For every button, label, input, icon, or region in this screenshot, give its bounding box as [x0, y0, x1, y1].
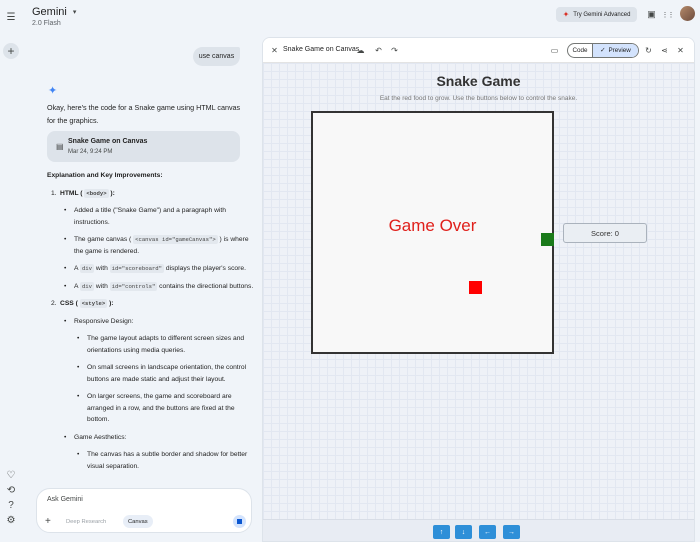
food-cell: [469, 281, 482, 294]
spark-icon: ✦: [562, 10, 570, 19]
close-panel-icon[interactable]: ✕: [675, 45, 686, 56]
prompt-input[interactable]: Ask Gemini: [47, 496, 83, 503]
close-icon[interactable]: ✕: [269, 45, 280, 56]
list-item: Game Aesthetics:: [47, 432, 257, 444]
canvas-chip[interactable]: Canvas: [123, 515, 153, 528]
response-body: Explanation and Key Improvements: 1. HTML…: [47, 170, 257, 488]
down-button[interactable]: ↓: [455, 525, 472, 539]
check-icon: ✓: [600, 47, 606, 54]
canvas-toolbar: ✕ Snake Game on Canvas ☁ ↶ ↷ ▭ Code ✓ Pre…: [263, 38, 694, 63]
canvas-card[interactable]: ▤ Snake Game on Canvas Mar 24, 9:24 PM: [47, 131, 240, 162]
game-canvas[interactable]: Game Over: [311, 111, 554, 354]
list-item: A div with id="scoreboard" displays the …: [47, 263, 257, 275]
redo-icon[interactable]: ↷: [389, 45, 400, 56]
right-button[interactable]: →: [503, 525, 520, 539]
attach-plus-icon[interactable]: +: [45, 516, 51, 527]
snake-cell: [541, 233, 554, 246]
view-toggle: Code ✓ Preview: [567, 43, 639, 58]
section-heading: Explanation and Key Improvements:: [47, 172, 163, 179]
try-advanced-button[interactable]: ✦ Try Gemini Advanced: [556, 7, 637, 22]
model-switcher[interactable]: Gemini ▾ 2.0 Flash: [32, 6, 76, 27]
app-root: ☰ + ♡ ⟲ ? ⚙ Gemini ▾ 2.0 Flash ✦ Try Gemi…: [0, 0, 700, 542]
layout-icon[interactable]: ▭: [549, 45, 560, 56]
game-title: Snake Game: [436, 73, 521, 89]
app-name: Gemini: [32, 6, 67, 18]
briefcase-icon[interactable]: ▣: [646, 9, 657, 20]
list-item: The canvas has a subtle border and shado…: [47, 449, 257, 472]
try-advanced-label: Try Gemini Advanced: [573, 11, 631, 18]
list-item-html: 1. HTML ( <body> ):: [51, 188, 115, 198]
user-message: use canvas: [193, 47, 240, 66]
list-item: On small screens in landscape orientatio…: [47, 362, 257, 385]
game-preview: Snake Game Eat the red food to grow. Use…: [263, 63, 694, 519]
tab-preview[interactable]: ✓ Preview: [593, 44, 638, 57]
canvas-panel: ✕ Snake Game on Canvas ☁ ↶ ↷ ▭ Code ✓ Pre…: [262, 37, 695, 542]
new-chat-button[interactable]: +: [3, 43, 19, 59]
game-instructions: Eat the red food to grow. Use the button…: [379, 95, 578, 102]
deep-research-chip[interactable]: Deep Research: [61, 515, 111, 528]
left-button[interactable]: ←: [479, 525, 496, 539]
scoreboard: Score: 0: [563, 223, 647, 243]
heart-icon[interactable]: ♡: [4, 468, 18, 482]
share-icon[interactable]: ⋖: [659, 45, 670, 56]
settings-icon[interactable]: ⚙: [4, 513, 18, 527]
game-over-text: Game Over: [388, 216, 477, 235]
response-intro: Okay, here's the code for a Snake game u…: [47, 103, 241, 125]
model-name: 2.0 Flash: [32, 20, 61, 27]
up-button[interactable]: ↑: [433, 525, 450, 539]
list-item: A div with id="controls" contains the di…: [47, 281, 257, 293]
card-date: Mar 24, 9:24 PM: [68, 149, 113, 155]
help-icon[interactable]: ?: [4, 498, 18, 512]
list-item: The game canvas ( <canvas id="gameCanvas…: [47, 234, 257, 257]
canvas-title: Snake Game on Canvas: [283, 46, 360, 53]
card-title: Snake Game on Canvas: [68, 138, 148, 145]
list-item: The game layout adapts to different scre…: [47, 333, 257, 356]
side-rail: ☰ + ♡ ⟲ ? ⚙: [0, 0, 22, 542]
menu-icon[interactable]: ☰: [4, 10, 18, 24]
avatar[interactable]: [680, 6, 695, 21]
list-item: Added a title ("Snake Game") and a parag…: [47, 205, 257, 228]
controls-bar: ↑ ↓ ← →: [263, 519, 694, 541]
caret-down-icon: ▾: [72, 9, 77, 16]
tab-code[interactable]: Code: [568, 44, 593, 57]
undo-icon[interactable]: ↶: [373, 45, 384, 56]
document-icon: ▤: [56, 142, 64, 151]
plus-icon: +: [7, 44, 15, 58]
prompt-box[interactable]: Ask Gemini + Deep Research Canvas: [36, 488, 252, 533]
stop-button[interactable]: [233, 515, 246, 528]
stop-icon: [237, 519, 242, 524]
refresh-icon[interactable]: ↻: [643, 45, 654, 56]
cloud-icon[interactable]: ☁: [355, 45, 366, 56]
history-icon[interactable]: ⟲: [4, 483, 18, 497]
gemini-spark-icon: ✦: [48, 85, 58, 97]
list-item: Responsive Design:: [47, 316, 257, 328]
list-item-css: 2. CSS ( <style> ):: [51, 299, 114, 308]
list-item: On larger screens, the game and scoreboa…: [47, 391, 257, 426]
apps-icon[interactable]: ⋮⋮: [662, 9, 675, 20]
